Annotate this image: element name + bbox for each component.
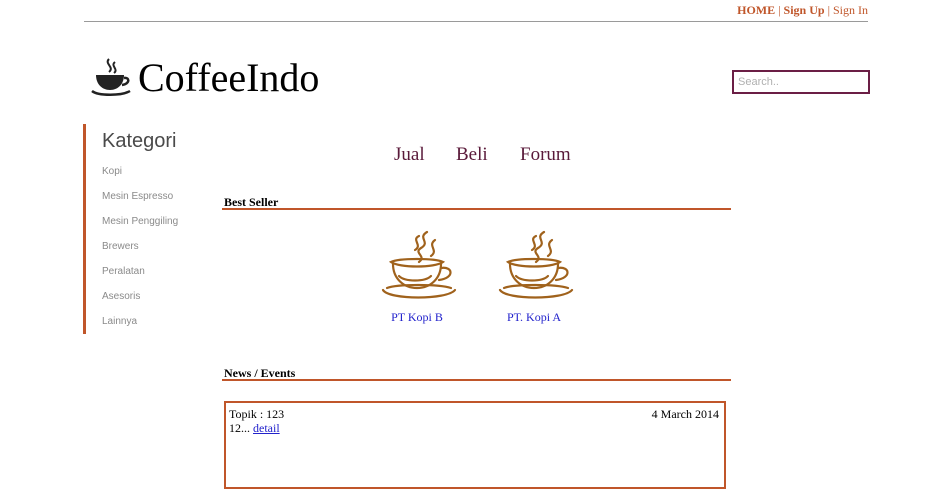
product-card[interactable]: PT Kopi B — [357, 226, 477, 325]
category-sidebar: Kategori Kopi Mesin Espresso Mesin Pengg… — [83, 124, 206, 334]
product-link[interactable]: PT. Kopi A — [474, 310, 594, 325]
news-date: 4 March 2014 — [651, 407, 719, 421]
sidebar-item-peralatan[interactable]: Peralatan — [102, 266, 145, 277]
sign-in-link[interactable]: Sign In — [833, 3, 868, 17]
product-card[interactable]: PT. Kopi A — [474, 226, 594, 325]
sidebar-item-kopi[interactable]: Kopi — [102, 166, 122, 177]
nav-beli[interactable]: Beli — [456, 144, 488, 166]
site-logo[interactable]: CoffeeIndo — [88, 52, 319, 102]
news-topic: Topik : 123 — [229, 407, 285, 421]
best-seller-divider — [222, 208, 731, 210]
sidebar-item-asesoris[interactable]: Asesoris — [102, 291, 140, 302]
sidebar-item-brewers[interactable]: Brewers — [102, 241, 139, 252]
sidebar-title: Kategori — [102, 130, 177, 152]
sidebar-item-mesin-espresso[interactable]: Mesin Espresso — [102, 191, 173, 202]
search-input[interactable] — [732, 70, 870, 94]
sign-up-link[interactable]: Sign Up — [784, 3, 825, 17]
coffee-cup-icon — [381, 230, 457, 299]
sidebar-item-lainnya[interactable]: Lainnya — [102, 316, 137, 327]
nav-forum[interactable]: Forum — [520, 144, 571, 166]
news-excerpt: 12... detail — [229, 421, 280, 436]
news-divider — [222, 379, 731, 381]
separator: | — [775, 3, 784, 17]
news-item: Topik : 123 4 March 2014 12... detail — [224, 401, 726, 489]
coffee-cup-icon — [91, 58, 131, 96]
separator: | — [824, 3, 833, 17]
header-divider — [84, 21, 868, 22]
sidebar-item-mesin-penggiling[interactable]: Mesin Penggiling — [102, 216, 178, 227]
product-link[interactable]: PT Kopi B — [357, 310, 477, 325]
home-link[interactable]: HOME — [737, 3, 775, 17]
top-utility-nav: HOME | Sign Up | Sign In — [0, 0, 868, 20]
news-detail-link[interactable]: detail — [253, 421, 280, 435]
brand-name: CoffeeIndo — [138, 54, 320, 100]
coffee-cup-icon — [498, 230, 574, 299]
news-excerpt-text: 12... — [229, 421, 250, 435]
nav-jual[interactable]: Jual — [394, 144, 425, 166]
